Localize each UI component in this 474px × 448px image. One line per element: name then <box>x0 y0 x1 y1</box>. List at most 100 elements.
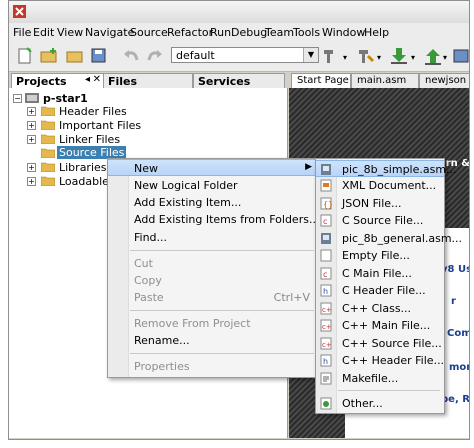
svg-text:c+: c+ <box>322 323 332 331</box>
tab-main-asm-label: main.asm <box>357 75 407 86</box>
tab-start-page[interactable]: Start Page <box>291 73 351 88</box>
undo-icon[interactable] <box>121 46 141 66</box>
tree-item-label: Linker Files <box>59 133 121 146</box>
menu-item-find[interactable]: Find... <box>108 229 318 246</box>
tab-newjson-label: newjson <box>425 75 467 86</box>
close-icon[interactable]: ✕ <box>93 74 101 85</box>
menu-item-label: Empty File... <box>342 249 410 262</box>
clean-build-icon[interactable] <box>355 46 375 66</box>
svg-text:h: h <box>323 357 328 366</box>
build-icon[interactable] <box>321 46 341 66</box>
menu-item-add-existing-item[interactable]: Add Existing Item... <box>108 194 318 211</box>
menu-view[interactable]: View <box>57 26 83 39</box>
menu-separator <box>338 390 440 391</box>
menu-item-xml-document[interactable]: XML Document... <box>316 177 444 194</box>
menu-item-cpp-class[interactable]: c+ C++ Class... <box>316 300 444 317</box>
menu-item-c-header-file[interactable]: h C Header File... <box>316 282 444 299</box>
menu-file[interactable]: File <box>13 26 31 39</box>
left-panel-tabs: Projects ◂ ✕ Files Services <box>9 73 287 89</box>
redo-icon[interactable] <box>145 46 165 66</box>
start-page-text: v8 Use <box>441 264 469 275</box>
menu-item-cpp-source-file[interactable]: c+ C++ Source File... <box>316 335 444 352</box>
shortcut-label: Ctrl+V <box>273 291 310 304</box>
configuration-select[interactable]: default ▼ <box>171 47 319 63</box>
menu-item-label: Add Existing Items from Folders... <box>134 213 320 226</box>
expand-icon[interactable]: + <box>27 163 36 172</box>
expand-icon[interactable]: + <box>27 107 36 116</box>
tab-projects[interactable]: Projects ◂ ✕ <box>11 73 105 88</box>
menu-item-label: C++ Main File... <box>342 319 431 332</box>
menu-item-properties: Properties <box>108 358 318 375</box>
expand-icon[interactable]: + <box>27 121 36 130</box>
menu-edit[interactable]: Edit <box>33 26 54 39</box>
expand-icon[interactable]: + <box>27 135 36 144</box>
clean-dropdown-icon[interactable]: ▾ <box>377 53 381 62</box>
minimize-icon[interactable]: ◂ <box>85 74 90 85</box>
tree-item-label: Libraries <box>59 161 107 174</box>
menu-team[interactable]: Team <box>265 26 294 39</box>
new-file-icon[interactable] <box>15 46 35 66</box>
menu-item-pic-8b-general-asm[interactable]: pic_8b_general.asm... <box>316 230 462 247</box>
menu-source[interactable]: Source <box>130 26 168 39</box>
menu-item-label: New <box>134 162 158 175</box>
tab-services[interactable]: Services <box>193 73 285 88</box>
menu-help[interactable]: Help <box>364 26 389 39</box>
menu-refactor[interactable]: Refactor <box>167 26 213 39</box>
open-project-icon[interactable] <box>65 46 85 66</box>
menu-item-other[interactable]: Other... <box>316 395 444 412</box>
project-name: p-star1 <box>43 92 88 105</box>
start-page-text: mony <box>449 362 469 373</box>
build-dropdown-icon[interactable]: ▾ <box>343 53 347 62</box>
menu-tools[interactable]: Tools <box>293 26 320 39</box>
folder-icon <box>41 106 55 116</box>
tab-files[interactable]: Files <box>103 73 193 88</box>
tab-main-asm[interactable]: main.asm <box>351 73 419 88</box>
xml-file-icon <box>320 179 332 192</box>
menu-item-c-main-file[interactable]: c C Main File... <box>316 265 444 282</box>
menu-debug[interactable]: Debug <box>231 26 267 39</box>
asm-file-icon <box>321 164 331 175</box>
start-page-text: be, Rele <box>441 394 470 405</box>
menu-window[interactable]: Window <box>322 26 365 39</box>
cpp-file-icon: c+ <box>320 302 332 315</box>
h-file-icon: h <box>320 284 332 297</box>
menu-item-new[interactable]: New ▶ <box>108 159 318 176</box>
menu-item-cpp-main-file[interactable]: c+ C++ Main File... <box>316 317 444 334</box>
start-page-text: r <box>451 296 456 307</box>
folder-icon <box>41 162 55 172</box>
menu-item-rename[interactable]: Rename... <box>108 332 318 349</box>
app-logo-icon <box>13 5 26 18</box>
menu-navigate[interactable]: Navigate <box>85 26 134 39</box>
tab-services-label: Services <box>198 75 251 88</box>
tab-files-label: Files <box>108 75 138 88</box>
cpp-file-icon: c+ <box>320 337 332 350</box>
upload-icon[interactable] <box>423 46 443 66</box>
menu-item-cpp-header-file[interactable]: h C++ Header File... <box>316 352 444 369</box>
menu-item-makefile[interactable]: Makefile... <box>316 370 444 387</box>
menu-item-empty-file[interactable]: Empty File... <box>316 247 444 264</box>
empty-file-icon <box>320 249 332 262</box>
menu-item-json-file[interactable]: {} JSON File... <box>316 195 444 212</box>
menu-item-add-existing-items-from-folders[interactable]: Add Existing Items from Folders... <box>108 211 320 228</box>
collapse-icon[interactable]: − <box>13 94 22 103</box>
download-icon[interactable] <box>389 46 409 66</box>
upload-dropdown-icon[interactable]: ▾ <box>443 53 447 62</box>
menu-item-label: Cut <box>134 257 153 270</box>
menu-item-new-logical-folder[interactable]: New Logical Folder <box>108 177 318 194</box>
new-project-icon[interactable] <box>39 46 59 66</box>
chevron-down-icon[interactable]: ▼ <box>303 48 318 62</box>
menu-run[interactable]: Run <box>210 26 231 39</box>
save-all-icon[interactable] <box>89 46 109 66</box>
menu-item-pic-8b-simple-asm[interactable]: pic_8b_simple.asm... <box>316 160 457 177</box>
menu-item-label: Rename... <box>134 334 190 347</box>
debug-icon[interactable] <box>451 46 470 66</box>
expand-icon[interactable]: + <box>27 177 36 186</box>
menu-item-label: C++ Header File... <box>342 354 445 367</box>
tab-newjson[interactable]: newjson <box>419 73 469 88</box>
svg-text:{}: {} <box>323 200 332 209</box>
folder-icon <box>41 176 55 186</box>
configuration-value: default <box>176 49 215 62</box>
menu-item-c-source-file[interactable]: c C Source File... <box>316 212 444 229</box>
download-dropdown-icon[interactable]: ▾ <box>411 53 415 62</box>
other-file-icon <box>320 397 332 410</box>
